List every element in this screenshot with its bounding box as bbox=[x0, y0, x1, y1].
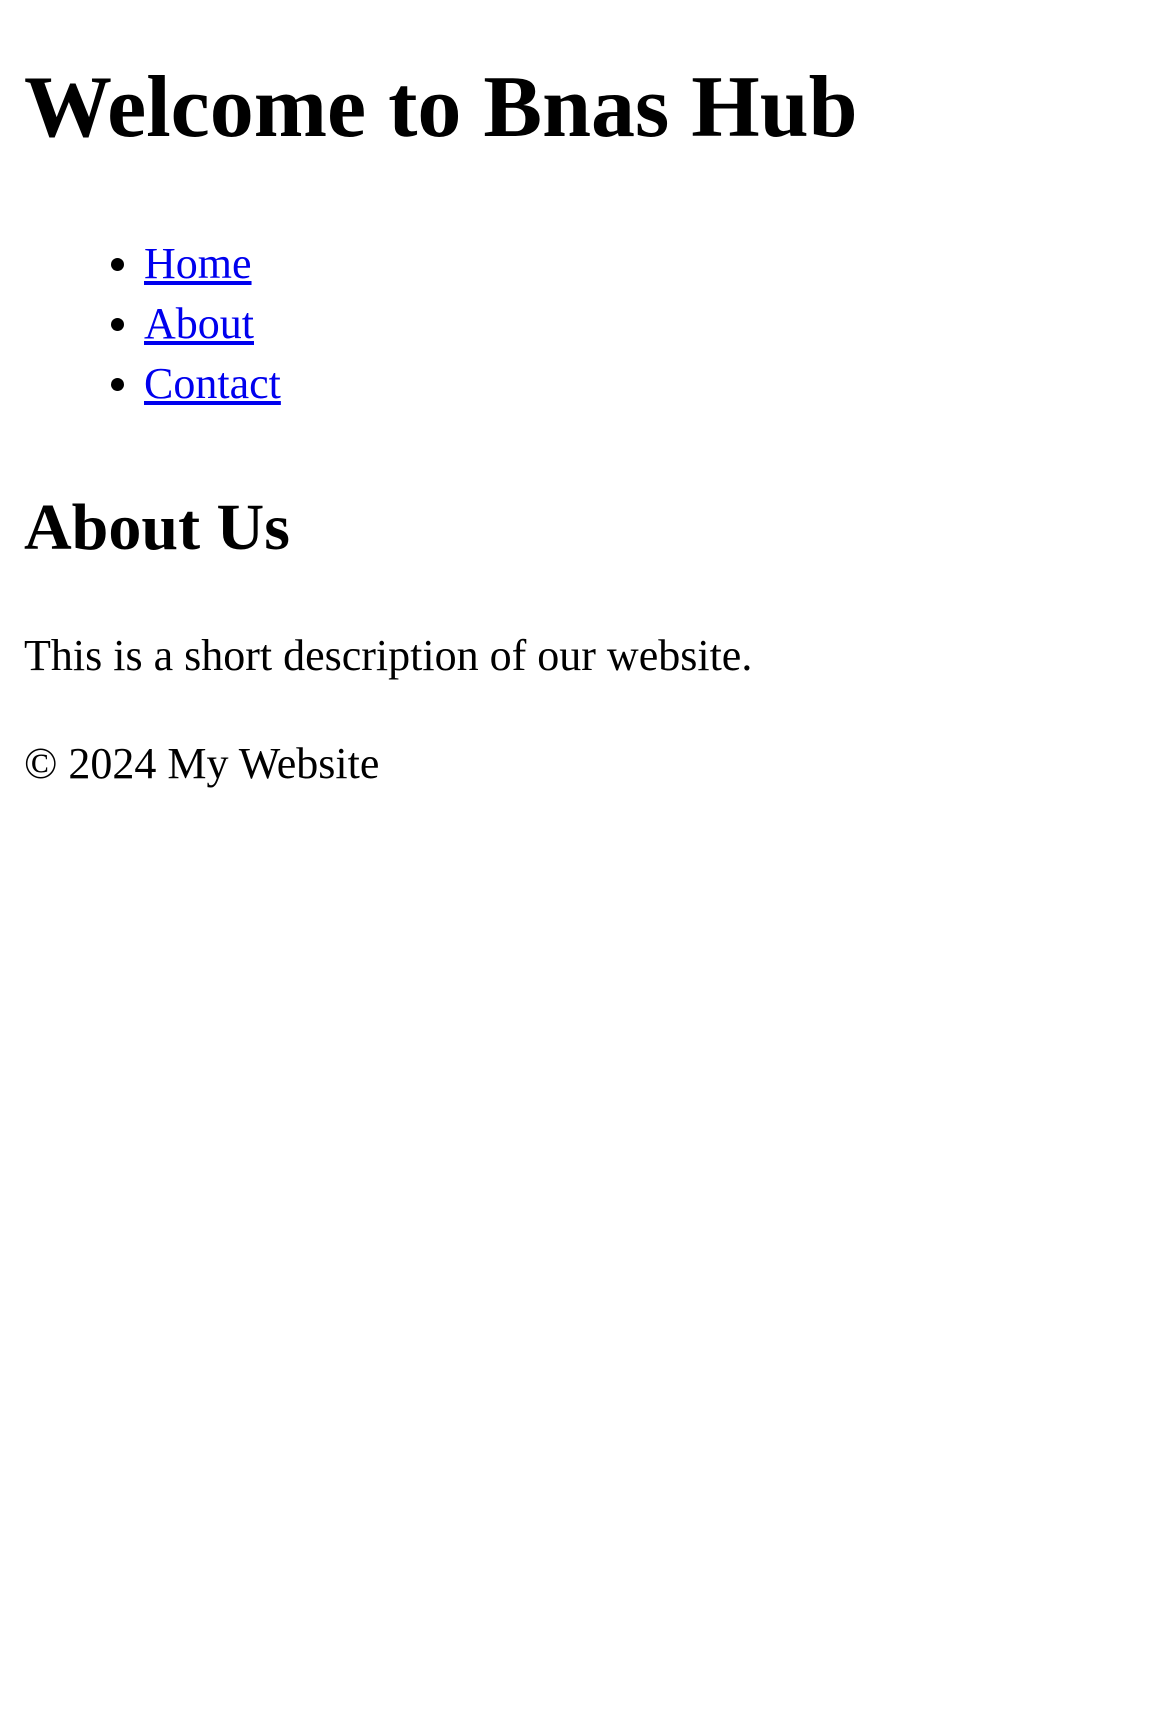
nav-item-home: Home bbox=[144, 234, 1146, 294]
nav-list: Home About Contact bbox=[24, 234, 1146, 414]
about-description: This is a short description of our websi… bbox=[24, 631, 753, 680]
about-heading: About Us bbox=[24, 491, 290, 564]
site-header: Welcome to Bnas Hub bbox=[24, 0, 1146, 158]
nav-link-home[interactable]: Home bbox=[144, 239, 252, 288]
nav-item-about: About bbox=[144, 294, 1146, 354]
nav-link-about[interactable]: About bbox=[144, 299, 254, 348]
nav-link-contact[interactable]: Contact bbox=[144, 359, 281, 408]
page-title: Welcome to Bnas Hub bbox=[24, 59, 858, 156]
site-footer: © 2024 My Website bbox=[24, 738, 1146, 790]
nav-item-contact: Contact bbox=[144, 354, 1146, 414]
main-content: About Us This is a short description of … bbox=[24, 490, 1146, 682]
copyright-text: © 2024 My Website bbox=[24, 739, 380, 788]
page: Welcome to Bnas Hub Home About Contact A… bbox=[0, 0, 1170, 790]
main-nav: Home About Contact bbox=[24, 234, 1146, 414]
